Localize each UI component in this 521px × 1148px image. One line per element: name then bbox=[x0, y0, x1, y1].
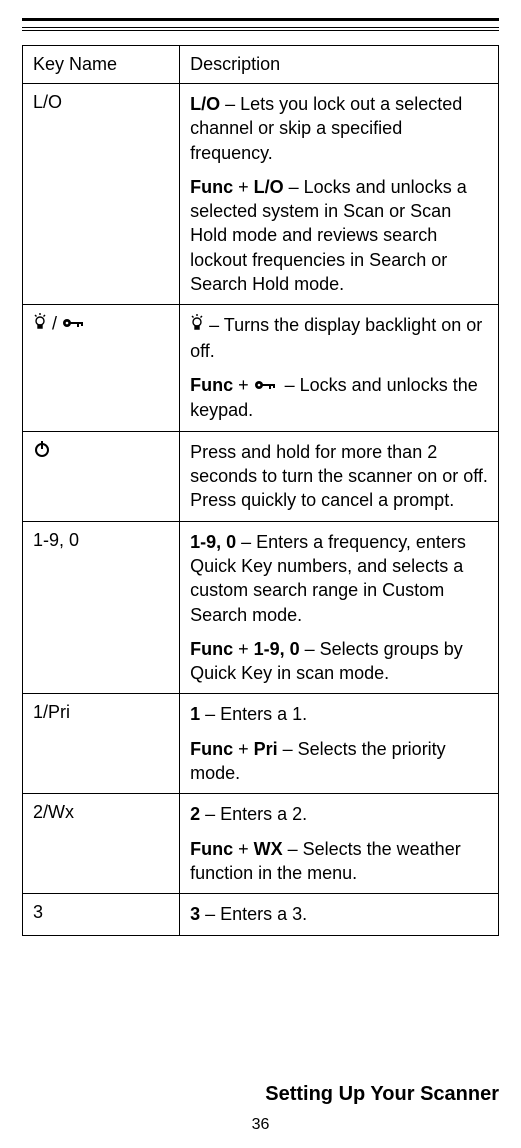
desc-cell: 1-9, 0 – Enters a frequency, enters Quic… bbox=[180, 521, 499, 694]
table-row: 2/Wx 2 – Enters a 2. Func + WX – Selects… bbox=[23, 794, 499, 894]
page-number: 36 bbox=[0, 1116, 521, 1134]
table-row: Press and hold for more than 2 seconds t… bbox=[23, 431, 499, 521]
table-row: 3 3 – Enters a 3. bbox=[23, 894, 499, 935]
table-header-row: Key Name Description bbox=[23, 46, 499, 84]
power-icon bbox=[33, 440, 51, 463]
key-cell: 3 bbox=[23, 894, 180, 935]
key-cell: 1/Pri bbox=[23, 694, 180, 794]
key-cell: 1-9, 0 bbox=[23, 521, 180, 694]
table-row: L/O L/O – Lets you lock out a selected c… bbox=[23, 84, 499, 305]
key-cell: L/O bbox=[23, 84, 180, 305]
key-cell bbox=[23, 431, 180, 521]
table-row: 1-9, 0 1-9, 0 – Enters a frequency, ente… bbox=[23, 521, 499, 694]
keylock-icon bbox=[62, 314, 88, 335]
desc-cell: 2 – Enters a 2. Func + WX – Selects the … bbox=[180, 794, 499, 894]
header-desc: Description bbox=[180, 46, 499, 84]
desc-cell: L/O – Lets you lock out a selected chann… bbox=[180, 84, 499, 305]
key-cell: / bbox=[23, 305, 180, 431]
desc-cell: – Turns the display backlight on or off.… bbox=[180, 305, 499, 431]
header-key: Key Name bbox=[23, 46, 180, 84]
table-row: / – Turns the display backlight on or of… bbox=[23, 305, 499, 431]
desc-cell: 1 – Enters a 1. Func + Pri – Selects the… bbox=[180, 694, 499, 794]
desc-cell: 3 – Enters a 3. bbox=[180, 894, 499, 935]
slash-text: / bbox=[47, 314, 62, 334]
desc-cell: Press and hold for more than 2 seconds t… bbox=[180, 431, 499, 521]
double-rule bbox=[22, 27, 499, 31]
top-rule bbox=[22, 18, 499, 21]
key-cell: 2/Wx bbox=[23, 794, 180, 894]
bulb-icon bbox=[33, 313, 47, 336]
key-table: Key Name Description L/O L/O – Lets you … bbox=[22, 45, 499, 936]
bulb-icon bbox=[190, 314, 204, 338]
section-title: Setting Up Your Scanner bbox=[265, 1083, 499, 1106]
table-row: 1/Pri 1 – Enters a 1. Func + Pri – Selec… bbox=[23, 694, 499, 794]
keylock-icon bbox=[254, 374, 280, 398]
